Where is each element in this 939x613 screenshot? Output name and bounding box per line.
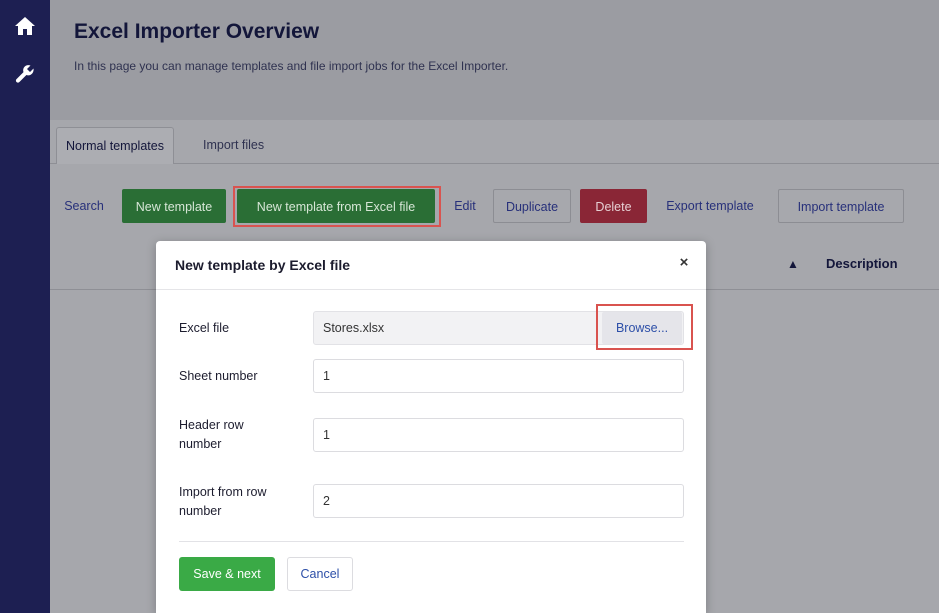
tab-normal-templates[interactable]: Normal templates [56, 127, 174, 164]
sheet-number-label: Sheet number [179, 369, 258, 383]
import-from-row-label: Import from row number [179, 485, 267, 518]
tab-bar: Normal templates Import files [50, 127, 939, 164]
cancel-button[interactable]: Cancel [287, 557, 353, 591]
sheet-number-input[interactable] [313, 359, 684, 393]
sort-indicator[interactable]: ▲ [787, 257, 799, 271]
page-header: Excel Importer Overview In this page you… [50, 0, 939, 120]
save-next-button[interactable]: Save & next [179, 557, 275, 591]
nav-rail [0, 0, 50, 613]
browse-button[interactable]: Browse... [602, 312, 682, 344]
toolbar: Search New template New template from Ex… [50, 189, 939, 223]
dialog-divider [179, 541, 684, 542]
header-row-label: Header row number [179, 418, 244, 451]
new-template-dialog: New template by Excel file × Excel file … [156, 241, 706, 613]
excel-file-name: Stores.xlsx [323, 321, 385, 335]
dialog-header: New template by Excel file × [156, 241, 706, 290]
close-icon[interactable]: × [675, 254, 693, 272]
home-icon[interactable] [13, 14, 37, 38]
duplicate-button[interactable]: Duplicate [493, 189, 571, 223]
import-template-button[interactable]: Import template [778, 189, 904, 223]
delete-button[interactable]: Delete [580, 189, 647, 223]
page-title: Excel Importer Overview [74, 20, 320, 43]
edit-button[interactable]: Edit [447, 189, 483, 223]
tab-import-files[interactable]: Import files [194, 127, 273, 163]
dialog-title: New template by Excel file [175, 257, 351, 273]
header-row-input[interactable] [313, 418, 684, 452]
search-button[interactable]: Search [56, 189, 112, 223]
page-subtitle: In this page you can manage templates an… [74, 59, 509, 73]
import-from-row-input[interactable] [313, 484, 684, 518]
column-description[interactable]: Description [826, 256, 898, 271]
wrench-icon[interactable] [13, 62, 37, 86]
new-template-from-excel-button[interactable]: New template from Excel file [237, 189, 435, 223]
export-template-button[interactable]: Export template [654, 189, 766, 223]
excel-file-label: Excel file [179, 321, 230, 335]
new-template-button[interactable]: New template [122, 189, 226, 223]
